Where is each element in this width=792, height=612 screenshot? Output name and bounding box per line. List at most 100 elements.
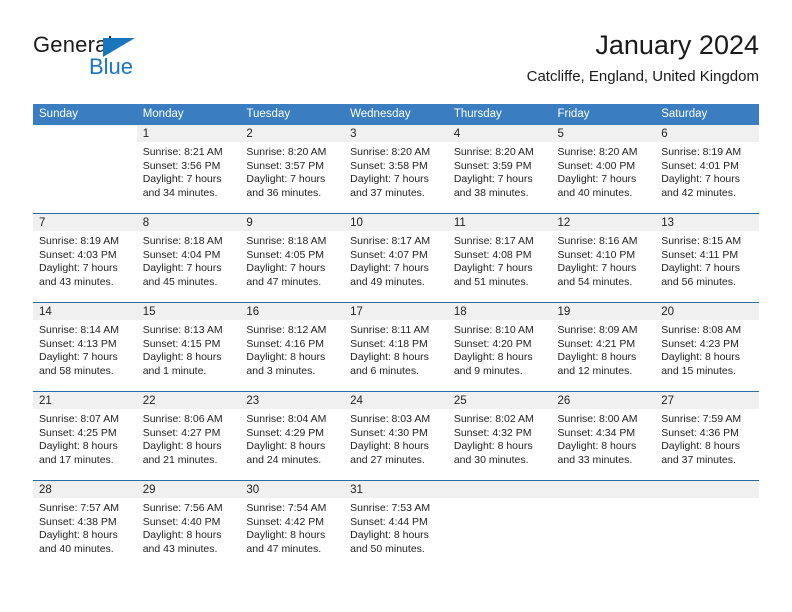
day-cell-empty (655, 481, 759, 569)
day-cell-16[interactable]: 16 Sunrise: 8:12 AM Sunset: 4:16 PM Dayligh… (240, 303, 345, 391)
sun-info-line: Sunrise: 8:10 AM (453, 324, 534, 336)
page-title: January 2024 (595, 30, 759, 60)
sun-info-line: Sunrise: 8:03 AM (350, 413, 431, 425)
weekday-header-saturday: Saturday (655, 104, 759, 125)
day-cell-19[interactable]: 19 Sunrise: 8:09 AM Sunset: 4:21 PM Dayligh… (551, 303, 656, 391)
sun-info-line: and 56 minutes. (661, 275, 736, 288)
sun-info-line: Daylight: 8 hours (350, 529, 429, 542)
sun-info-line: and 50 minutes. (350, 542, 425, 555)
day-cell-29[interactable]: 29 Sunrise: 7:56 AM Sunset: 4:40 PM Dayligh… (136, 481, 241, 569)
sun-info-line: and 58 minutes. (39, 364, 114, 377)
day-cell-9[interactable]: 9 Sunrise: 8:18 AM Sunset: 4:05 PM Daylight… (240, 214, 345, 302)
sun-info-line: Sunrise: 8:20 AM (246, 146, 327, 158)
day-cell-27[interactable]: 27 Sunrise: 7:59 AM Sunset: 4:36 PM Dayligh… (655, 392, 759, 480)
day-number: 18 (447, 303, 552, 320)
day-number: 30 (240, 481, 345, 498)
sun-info-line: Daylight: 8 hours (246, 440, 326, 453)
sun-info-line: and 15 minutes. (661, 364, 736, 377)
sun-info-line: and 9 minutes. (453, 364, 523, 377)
day-sun-info: Sunrise: 8:21 AM Sunset: 3:56 PM Daylight:… (137, 142, 241, 200)
day-cell-8[interactable]: 8 Sunrise: 8:18 AM Sunset: 4:04 PM Daylight… (136, 214, 241, 302)
day-sun-info: Sunrise: 8:00 AM Sunset: 4:34 PM Daylight:… (552, 409, 656, 467)
weekday-header-tuesday: Tuesday (240, 104, 345, 125)
sun-info-line: Sunrise: 8:20 AM (557, 146, 638, 158)
sun-info-line: Sunrise: 8:14 AM (39, 324, 119, 336)
day-cell-25[interactable]: 25 Sunrise: 8:02 AM Sunset: 4:32 PM Dayligh… (447, 392, 552, 480)
sun-info-line: Sunrise: 8:08 AM (661, 324, 742, 336)
sun-info-line: Daylight: 7 hours (661, 173, 741, 186)
day-cell-18[interactable]: 18 Sunrise: 8:10 AM Sunset: 4:20 PM Dayligh… (447, 303, 552, 391)
day-cell-30[interactable]: 30 Sunrise: 7:54 AM Sunset: 4:42 PM Dayligh… (240, 481, 345, 569)
sun-info-line: Sunset: 4:36 PM (661, 426, 739, 439)
calendar-cell (447, 480, 552, 569)
day-cell-26[interactable]: 26 Sunrise: 8:00 AM Sunset: 4:34 PM Dayligh… (551, 392, 656, 480)
day-sun-info: Sunrise: 7:56 AM Sunset: 4:40 PM Daylight:… (137, 498, 241, 556)
sun-info-line: and 24 minutes. (246, 453, 322, 466)
sun-info-line: Daylight: 8 hours (246, 529, 326, 542)
sun-info-line: and 1 minute. (142, 364, 207, 377)
day-number: 16 (240, 303, 345, 320)
sun-info-line: and 43 minutes. (142, 542, 218, 555)
day-number: 3 (344, 125, 448, 142)
day-cell-17[interactable]: 17 Sunrise: 8:11 AM Sunset: 4:18 PM Dayligh… (344, 303, 448, 391)
day-sun-info: Sunrise: 7:53 AM Sunset: 4:44 PM Daylight:… (344, 498, 448, 556)
day-cell-10[interactable]: 10 Sunrise: 8:17 AM Sunset: 4:07 PM Dayligh… (344, 214, 448, 302)
day-cell-14[interactable]: 14 Sunrise: 8:14 AM Sunset: 4:13 PM Dayligh… (33, 303, 137, 391)
calendar-cell: 7 Sunrise: 8:19 AM Sunset: 4:03 PM Daylight… (33, 213, 137, 303)
sun-info-line: Sunrise: 8:17 AM (453, 235, 534, 247)
calendar-cell: 9 Sunrise: 8:18 AM Sunset: 4:05 PM Daylight… (240, 213, 345, 303)
sun-info-line: Sunset: 4:05 PM (246, 248, 325, 261)
calendar-cell: 3 Sunrise: 8:20 AM Sunset: 3:58 PM Daylight… (344, 125, 448, 214)
calendar-cell: 21 Sunrise: 8:07 AM Sunset: 4:25 PM Dayligh… (33, 391, 137, 481)
sun-info-line: Daylight: 7 hours (350, 262, 429, 275)
day-cell-6[interactable]: 6 Sunrise: 8:19 AM Sunset: 4:01 PM Daylight… (655, 125, 759, 213)
day-cell-23[interactable]: 23 Sunrise: 8:04 AM Sunset: 4:29 PM Dayligh… (240, 392, 345, 480)
day-cell-1[interactable]: 1 Sunrise: 8:21 AM Sunset: 3:56 PM Daylight… (136, 125, 241, 213)
day-number: 24 (344, 392, 448, 409)
day-cell-20[interactable]: 20 Sunrise: 8:08 AM Sunset: 4:23 PM Dayligh… (655, 303, 759, 391)
sun-info-line: Sunrise: 8:16 AM (557, 235, 638, 247)
weekday-header-thursday: Thursday (447, 104, 552, 125)
sun-info-line: Sunset: 3:57 PM (246, 159, 325, 172)
sun-info-line: Sunrise: 8:07 AM (39, 413, 119, 425)
sun-info-line: Sunset: 4:16 PM (246, 337, 325, 350)
day-number: 15 (136, 303, 241, 320)
sun-info-line: Daylight: 7 hours (661, 262, 741, 275)
sun-info-line: Sunset: 4:18 PM (350, 337, 428, 350)
sun-info-line: Sunset: 4:00 PM (557, 159, 636, 172)
day-cell-12[interactable]: 12 Sunrise: 8:16 AM Sunset: 4:10 PM Dayligh… (551, 214, 656, 302)
day-cell-15[interactable]: 15 Sunrise: 8:13 AM Sunset: 4:15 PM Dayligh… (136, 303, 241, 391)
day-cell-22[interactable]: 22 Sunrise: 8:06 AM Sunset: 4:27 PM Dayligh… (136, 392, 241, 480)
day-cell-24[interactable]: 24 Sunrise: 8:03 AM Sunset: 4:30 PM Dayligh… (344, 392, 448, 480)
sun-info-line: Daylight: 8 hours (453, 351, 533, 364)
day-cell-11[interactable]: 11 Sunrise: 8:17 AM Sunset: 4:08 PM Dayligh… (447, 214, 552, 302)
day-cell-21[interactable]: 21 Sunrise: 8:07 AM Sunset: 4:25 PM Dayligh… (33, 392, 137, 480)
day-cell-7[interactable]: 7 Sunrise: 8:19 AM Sunset: 4:03 PM Daylight… (33, 214, 137, 302)
brand-logo[interactable]: General Blue (33, 32, 253, 92)
day-sun-info: Sunrise: 8:17 AM Sunset: 4:08 PM Daylight:… (448, 231, 552, 289)
day-number: 23 (240, 392, 345, 409)
day-number: 22 (136, 392, 241, 409)
sun-info-line: Sunset: 4:30 PM (350, 426, 428, 439)
sun-info-line: Daylight: 8 hours (661, 440, 741, 453)
day-sun-info: Sunrise: 8:08 AM Sunset: 4:23 PM Daylight:… (655, 320, 759, 378)
calendar-cell (655, 480, 759, 569)
day-cell-2[interactable]: 2 Sunrise: 8:20 AM Sunset: 3:57 PM Daylight… (240, 125, 345, 213)
sun-info-line: Sunset: 4:23 PM (661, 337, 739, 350)
day-sun-info: Sunrise: 8:10 AM Sunset: 4:20 PM Daylight:… (448, 320, 552, 378)
sun-info-line: and 33 minutes. (557, 453, 633, 466)
sun-info-line: and 3 minutes. (246, 364, 316, 377)
day-sun-info: Sunrise: 8:12 AM Sunset: 4:16 PM Daylight:… (240, 320, 344, 378)
day-cell-4[interactable]: 4 Sunrise: 8:20 AM Sunset: 3:59 PM Daylight… (447, 125, 552, 213)
day-number: 19 (551, 303, 656, 320)
sun-info-line: Daylight: 8 hours (350, 351, 429, 364)
day-cell-31[interactable]: 31 Sunrise: 7:53 AM Sunset: 4:44 PM Dayligh… (344, 481, 448, 569)
sun-info-line: and 12 minutes. (557, 364, 633, 377)
day-number: 12 (551, 214, 656, 231)
day-cell-3[interactable]: 3 Sunrise: 8:20 AM Sunset: 3:58 PM Daylight… (344, 125, 448, 213)
day-cell-13[interactable]: 13 Sunrise: 8:15 AM Sunset: 4:11 PM Dayligh… (655, 214, 759, 302)
day-cell-5[interactable]: 5 Sunrise: 8:20 AM Sunset: 4:00 PM Daylight… (551, 125, 656, 213)
day-cell-28[interactable]: 28 Sunrise: 7:57 AM Sunset: 4:38 PM Dayligh… (33, 481, 137, 569)
sun-info-line: Sunrise: 8:00 AM (557, 413, 638, 425)
sun-info-line: Sunset: 4:40 PM (142, 515, 221, 528)
